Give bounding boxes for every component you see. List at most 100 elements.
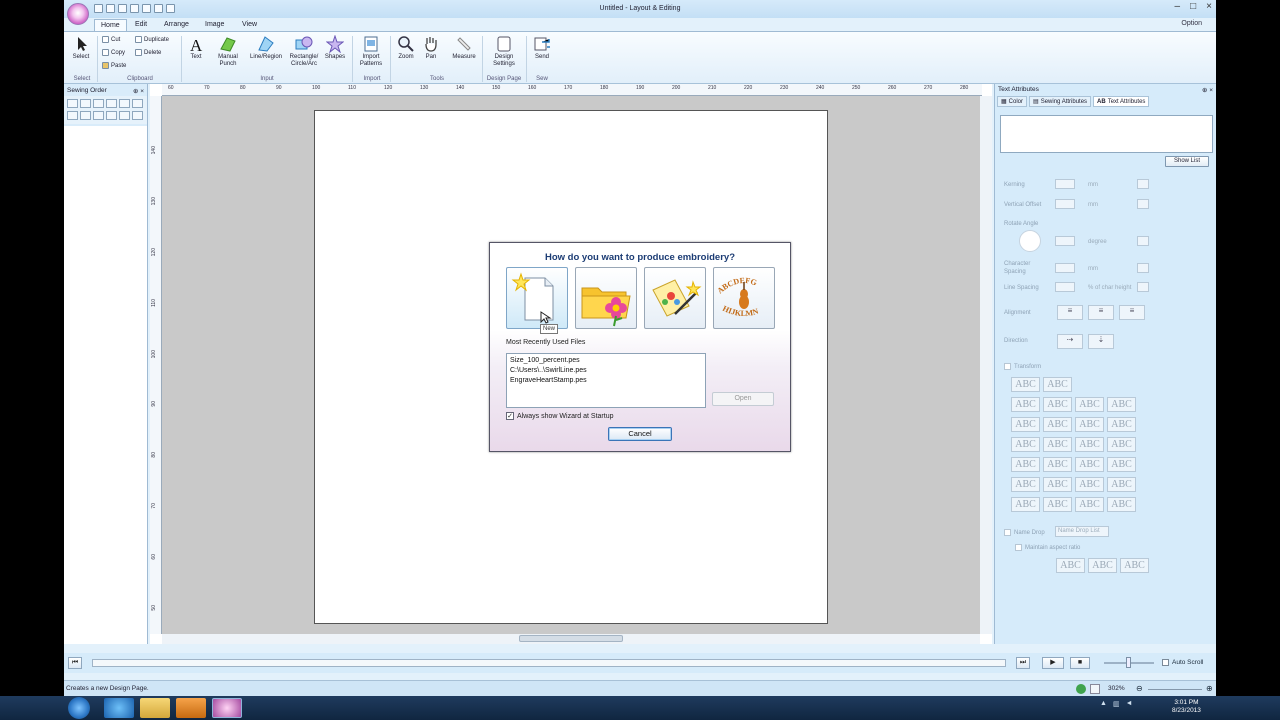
paste-button[interactable]: Paste	[102, 62, 126, 69]
text-button[interactable]: A Text	[182, 35, 210, 61]
tab-view[interactable]: View	[236, 19, 263, 31]
pin-close-icons[interactable]: ⊕ ×	[133, 87, 144, 95]
transform-style-button[interactable]: ABC	[1011, 397, 1040, 412]
horizontal-scrollbar[interactable]	[162, 634, 980, 644]
select-button[interactable]: Select	[67, 35, 95, 61]
kerning-input[interactable]	[1055, 179, 1075, 189]
font-to-embroidery-button[interactable]: ABCDEFG HIJKLMN	[713, 267, 775, 329]
image-to-stitch-button[interactable]	[644, 267, 706, 329]
transform-style-button[interactable]: ABC	[1011, 457, 1040, 472]
line-region-button[interactable]: Line/Region	[246, 35, 286, 61]
order-tool-icon[interactable]	[80, 99, 91, 108]
zoom-out-icon[interactable]: ⊖	[1136, 684, 1143, 693]
vertical-offset-reset-icon[interactable]	[1137, 199, 1149, 209]
transform-style-button[interactable]: ABC	[1107, 497, 1136, 512]
end-icon[interactable]: ⏭	[1016, 657, 1030, 669]
order-tool-icon[interactable]	[119, 99, 130, 108]
transform-style-button[interactable]: ABC	[1011, 377, 1040, 392]
file-explorer-icon[interactable]	[140, 698, 170, 718]
transform-style-button[interactable]: ABC	[1043, 377, 1072, 392]
option-menu[interactable]: Option	[1181, 20, 1202, 27]
measure-button[interactable]: Measure	[447, 35, 481, 61]
transform-style-button[interactable]: ABC	[1011, 497, 1040, 512]
tab-text-attributes[interactable]: AB Text Attributes	[1093, 96, 1150, 107]
zoom-button[interactable]: Zoom	[392, 35, 420, 61]
rotate-reset-icon[interactable]	[1137, 236, 1149, 246]
internet-explorer-icon[interactable]	[104, 698, 134, 718]
mru-file-item[interactable]: C:\Users\..\SwirlLine.pes	[510, 366, 702, 376]
transform-style-button[interactable]: ABC	[1107, 437, 1136, 452]
transform-style-button[interactable]: ABC	[1043, 417, 1072, 432]
tab-sewing-attributes[interactable]: ▤ Sewing Attributes	[1029, 96, 1092, 107]
tab-home[interactable]: Home	[94, 19, 127, 31]
rectangle-circle-arc-button[interactable]: Rectangle/ Circle/Arc	[287, 35, 321, 68]
transform-style-button[interactable]: ABC	[1075, 497, 1104, 512]
transform-style-button[interactable]: ABC	[1075, 477, 1104, 492]
transform-style-button[interactable]: ABC	[1075, 417, 1104, 432]
kerning-reset-icon[interactable]	[1137, 179, 1149, 189]
order-tool-icon[interactable]	[67, 99, 78, 108]
transform-style-button[interactable]: ABC	[1011, 477, 1040, 492]
maintain-aspect-checkbox[interactable]: Maintain aspect ratio	[1015, 544, 1080, 551]
tab-edit[interactable]: Edit	[129, 19, 153, 31]
horizontal-direction-icon[interactable]: ⇢	[1057, 334, 1083, 349]
transform-checkbox[interactable]: Transform	[1004, 363, 1041, 370]
line-spacing-input[interactable]	[1055, 282, 1075, 292]
minimize-icon[interactable]: –	[1175, 1, 1181, 12]
transform-style-button[interactable]: ABC	[1043, 397, 1072, 412]
vertical-direction-icon[interactable]: ⇣	[1088, 334, 1114, 349]
order-tool-icon[interactable]	[106, 111, 117, 120]
transform-style-button[interactable]: ABC	[1107, 397, 1136, 412]
align-right-icon[interactable]: ≡	[1119, 305, 1145, 320]
always-show-wizard-checkbox[interactable]: ✓ Always show Wizard at Startup	[506, 412, 613, 420]
design-settings-button[interactable]: Design Settings	[486, 35, 522, 68]
order-tool-icon[interactable]	[106, 99, 117, 108]
zoom-slider[interactable]	[1148, 689, 1202, 690]
transform-style-button[interactable]: ABC	[1043, 437, 1072, 452]
zoom-in-icon[interactable]: ⊕	[1206, 684, 1213, 693]
mru-file-list[interactable]: Size_100_percent.pes C:\Users\..\SwirlLi…	[506, 353, 706, 408]
close-icon[interactable]: ×	[1206, 1, 1212, 12]
show-hidden-icons-icon[interactable]: ▲	[1100, 700, 1107, 708]
char-spacing-reset-icon[interactable]	[1137, 263, 1149, 273]
name-drop-style-button[interactable]: ABC	[1088, 558, 1117, 573]
speed-slider[interactable]	[1104, 657, 1154, 668]
tab-arrange[interactable]: Arrange	[158, 19, 195, 31]
order-tool-icon[interactable]	[93, 111, 104, 120]
application-menu-button[interactable]	[67, 3, 89, 25]
transform-style-button[interactable]: ABC	[1075, 397, 1104, 412]
order-tool-icon[interactable]	[93, 99, 104, 108]
stop-icon[interactable]: ■	[1070, 657, 1090, 669]
speaker-icon[interactable]: ◄	[1126, 700, 1133, 708]
transform-style-button[interactable]: ABC	[1043, 457, 1072, 472]
order-tool-icon[interactable]	[80, 111, 91, 120]
stitch-timeline-slider[interactable]	[92, 659, 1006, 667]
order-tool-icon[interactable]	[132, 111, 143, 120]
page-icon[interactable]	[1090, 684, 1100, 694]
transform-style-button[interactable]: ABC	[1107, 477, 1136, 492]
name-drop-style-button[interactable]: ABC	[1120, 558, 1149, 573]
start-button[interactable]	[68, 697, 90, 719]
tab-color[interactable]: ▦ Color	[997, 96, 1028, 107]
send-button[interactable]: Send	[528, 35, 556, 61]
rewind-icon[interactable]: ⏮	[68, 657, 82, 669]
transform-style-button[interactable]: ABC	[1011, 437, 1040, 452]
duplicate-button[interactable]: Duplicate	[135, 36, 169, 43]
open-file-button[interactable]	[575, 267, 637, 329]
line-spacing-reset-icon[interactable]	[1137, 282, 1149, 292]
system-clock[interactable]: 3:01 PM 8/23/2013	[1172, 699, 1201, 715]
media-player-icon[interactable]	[176, 698, 206, 718]
mru-file-item[interactable]: EngraveHeartStamp.pes	[510, 376, 702, 386]
import-patterns-button[interactable]: Import Patterns	[354, 35, 388, 68]
rotate-dial[interactable]	[1019, 230, 1041, 252]
name-drop-list-button[interactable]: Name Drop List	[1055, 526, 1109, 537]
cancel-button[interactable]: Cancel	[608, 427, 672, 441]
shapes-button[interactable]: Shapes	[321, 35, 349, 61]
auto-scroll-checkbox[interactable]: Auto Scroll	[1162, 659, 1203, 666]
vertical-offset-input[interactable]	[1055, 199, 1075, 209]
pan-button[interactable]: Pan	[417, 35, 445, 61]
show-list-button[interactable]: Show List	[1165, 156, 1209, 167]
embroidery-app-taskbar-icon[interactable]	[212, 698, 242, 718]
copy-button[interactable]: Copy	[102, 49, 125, 56]
scroll-thumb[interactable]	[519, 635, 623, 642]
